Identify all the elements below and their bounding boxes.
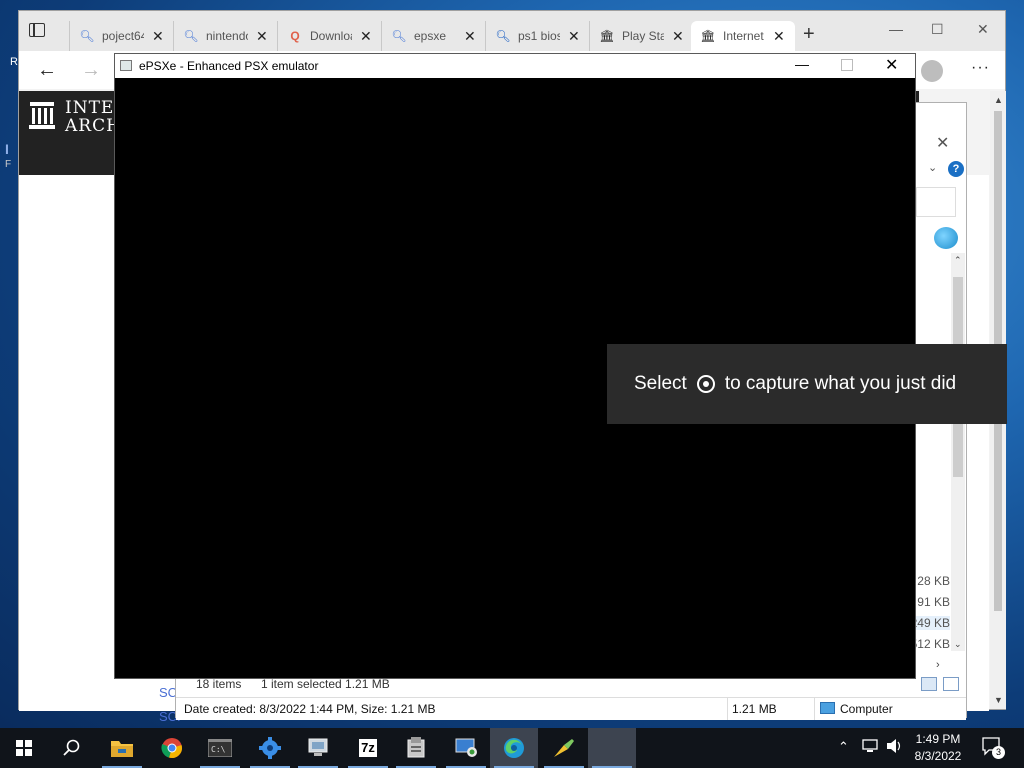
archive-app-taskbar[interactable] [392, 728, 440, 768]
tab-downloads[interactable]: Q Downloads ✕ [277, 21, 381, 51]
gear-app-icon [259, 737, 281, 759]
terminal-icon: C:\ [208, 739, 232, 757]
window-title-bar[interactable]: ePSXe - Enhanced PSX emulator — ✕ [115, 54, 915, 78]
close-icon[interactable]: ✕ [885, 55, 898, 75]
maximize-icon[interactable]: ☐ [931, 21, 944, 38]
archive-icon: 🏛︎ [599, 29, 615, 43]
7zip-taskbar[interactable]: 7z [344, 728, 392, 768]
chevron-down-icon[interactable]: ⌄ [954, 639, 962, 650]
close-icon[interactable]: ✕ [152, 28, 164, 45]
search-icon: 🔍︎ [183, 29, 199, 43]
terminal-taskbar[interactable]: C:\ [196, 728, 244, 768]
archive-logo-icon[interactable] [29, 101, 55, 129]
chevron-down-icon[interactable]: ⌄ [928, 161, 937, 174]
site-edge-text: F [5, 159, 12, 170]
remote-app-taskbar[interactable] [442, 728, 490, 768]
search-icon: 🔍︎ [79, 29, 95, 43]
tool-app-taskbar[interactable] [540, 728, 588, 768]
file-list-scrollbar[interactable]: ⌃ ⌄ [951, 253, 965, 651]
minimize-icon[interactable]: — [889, 21, 903, 37]
minimize-icon[interactable]: — [795, 56, 809, 72]
active-window-taskbar[interactable] [588, 728, 636, 768]
close-icon[interactable]: ✕ [360, 28, 372, 45]
close-icon[interactable]: ✕ [936, 133, 949, 153]
tab-poject64[interactable]: 🔍︎ poject64 ✕ [69, 21, 173, 51]
archive-icon: 🏛︎ [700, 29, 716, 43]
archive-app-icon [407, 737, 425, 758]
tab-bar: 🔍︎ poject64 ✕ 🔍︎ nintendo ✕ Q Downloads … [19, 11, 1005, 51]
search-icon: 🔍︎ [391, 29, 407, 43]
close-icon[interactable]: ✕ [568, 28, 580, 45]
network-icon[interactable] [862, 738, 880, 757]
start-button[interactable] [0, 728, 48, 768]
help-icon[interactable]: ? [948, 161, 964, 177]
profile-avatar[interactable] [921, 60, 943, 82]
file-explorer-taskbar[interactable] [98, 728, 146, 768]
site-edge-text: I [5, 141, 9, 157]
chrome-icon [161, 738, 182, 758]
forward-icon[interactable]: → [81, 59, 101, 82]
scroll-up-icon[interactable]: ▲ [994, 95, 1003, 105]
maximize-icon[interactable] [841, 59, 853, 71]
search-button[interactable] [48, 728, 96, 768]
close-icon[interactable]: ✕ [256, 28, 268, 45]
desktop-edge: R [10, 56, 18, 68]
tool-icon [554, 739, 574, 757]
thumbnails-view-button[interactable] [943, 677, 959, 691]
tab-nintendo[interactable]: 🔍︎ nintendo ✕ [173, 21, 277, 51]
system-clock[interactable]: 1:49 PM 8/3/2022 [908, 731, 968, 765]
search-icon [63, 739, 80, 756]
tab-internet-archive[interactable]: 🏛︎ Internet Archive ✕ [691, 21, 795, 51]
back-icon[interactable]: ← [37, 59, 57, 82]
network-monitor-icon [308, 738, 328, 756]
chevron-up-icon[interactable]: ⌃ [954, 255, 962, 266]
notification-center-icon[interactable]: 3 [982, 737, 1005, 760]
details-bar: Date created: 8/3/2022 1:44 PM, Size: 1.… [176, 697, 966, 720]
close-icon[interactable]: ✕ [672, 28, 684, 45]
close-icon[interactable]: ✕ [464, 28, 476, 45]
more-menu-button[interactable]: ··· [971, 59, 990, 77]
capture-notification: Select to capture what you just did [607, 344, 1007, 424]
app-ball-icon [934, 227, 958, 249]
volume-icon[interactable] [886, 738, 904, 757]
taskbar: C:\ 7z ⌃ 1:49 PM 8/3/2022 3 [0, 728, 1024, 768]
windows-icon [16, 740, 32, 756]
chrome-taskbar[interactable] [148, 728, 196, 768]
download-site-icon: Q [290, 29, 300, 43]
app-window-icon [120, 60, 132, 71]
record-icon [696, 375, 715, 393]
computer-icon [820, 702, 835, 714]
notification-badge: 3 [992, 746, 1005, 759]
edge-taskbar[interactable] [490, 728, 538, 768]
search-icon: 🔍︎ [495, 29, 511, 43]
edge-icon [504, 738, 524, 758]
gear-app-taskbar[interactable] [246, 728, 294, 768]
tab-ps1-bios[interactable]: 🔍︎ ps1 bios ✕ [485, 21, 589, 51]
svg-text:C:\: C:\ [211, 745, 226, 754]
chevron-up-icon[interactable]: ⌃ [838, 739, 849, 755]
close-window-icon[interactable]: ✕ [977, 21, 989, 38]
details-view-button[interactable] [921, 677, 937, 691]
remote-desktop-icon [455, 738, 477, 757]
search-input[interactable] [916, 187, 956, 217]
chevron-right-icon[interactable]: › [936, 659, 940, 671]
close-icon[interactable]: ✕ [773, 28, 785, 45]
tab-play-station[interactable]: 🏛︎ Play Station ✕ [589, 21, 693, 51]
7zip-icon: 7z [359, 739, 377, 757]
tab-actions-icon[interactable] [29, 23, 45, 37]
network-app-taskbar[interactable] [294, 728, 342, 768]
folder-icon [111, 741, 133, 757]
tab-epsxe[interactable]: 🔍︎ epsxe ✕ [381, 21, 485, 51]
scroll-down-icon[interactable]: ▼ [994, 695, 1003, 705]
new-tab-button[interactable]: + [803, 24, 815, 44]
